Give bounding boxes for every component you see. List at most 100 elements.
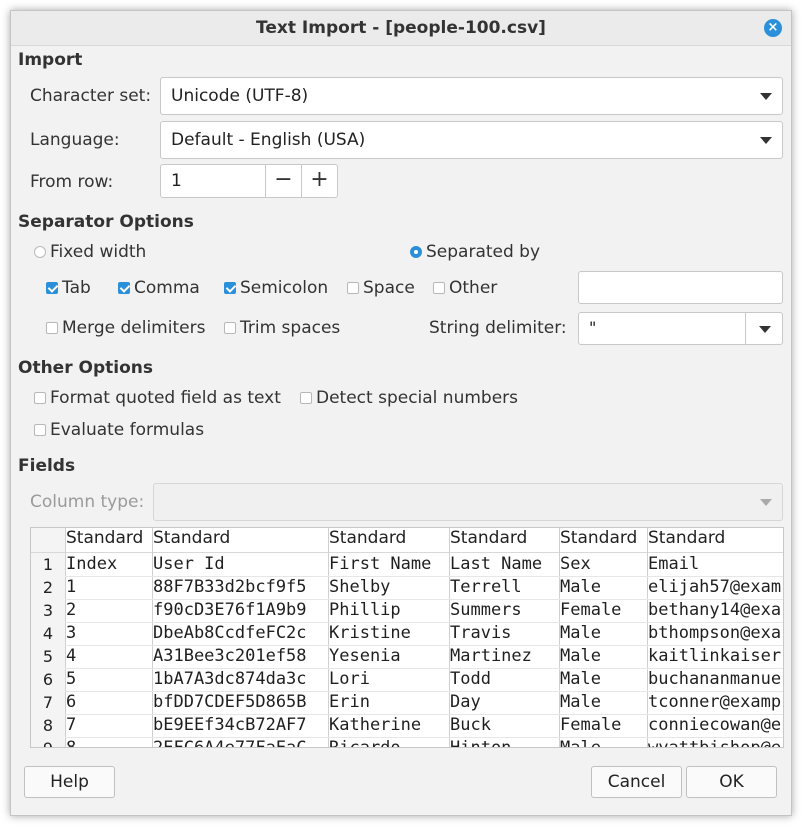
grid-cell: Kristine <box>329 623 411 643</box>
language-value: Default - English (USA) <box>171 130 366 150</box>
space-label[interactable]: Space <box>363 278 415 298</box>
evaluate-formulas-checkbox[interactable] <box>34 424 46 436</box>
grid-cell: 3 <box>66 623 77 643</box>
grid-cell: Hinton <box>450 738 512 748</box>
grid-cell: Female <box>560 715 622 735</box>
grid-cell: conniecowan@e <box>648 715 782 735</box>
merge-delimiters-label[interactable]: Merge delimiters <box>62 318 205 338</box>
row-number: 7 <box>31 691 65 714</box>
semicolon-checkbox[interactable] <box>224 282 236 294</box>
grid-cell: wyattbishop@e <box>648 738 782 748</box>
grid-cell: buchananmanue <box>648 669 782 689</box>
merge-delimiters-checkbox[interactable] <box>46 322 58 334</box>
column-header[interactable]: Standard <box>66 528 151 552</box>
grid-cell: Shelby <box>329 577 391 597</box>
tab-label[interactable]: Tab <box>62 278 91 298</box>
grid-cell: elijah57@exam <box>648 577 782 597</box>
comma-label[interactable]: Comma <box>134 278 200 298</box>
other-label[interactable]: Other <box>449 278 497 298</box>
ok-button[interactable]: OK <box>686 766 777 798</box>
row-number: 8 <box>31 714 65 737</box>
fixed-width-radio[interactable] <box>34 246 46 258</box>
grid-cell: DbeAb8CcdfeFC2c <box>153 623 307 643</box>
grid-cell: tconner@examp <box>648 692 782 712</box>
grid-cell: Terrell <box>450 577 522 597</box>
other-checkbox[interactable] <box>433 282 445 294</box>
grid-cell: Buck <box>450 715 491 735</box>
grid-cell: User Id <box>153 554 225 574</box>
grid-cell: Male <box>560 669 601 689</box>
grid-cell: Male <box>560 738 601 748</box>
grid-cell: Erin <box>329 692 370 712</box>
title-bar: Text Import - [people-100.csv] × <box>11 11 791 46</box>
column-header[interactable]: Standard <box>329 528 448 552</box>
row-number: 2 <box>31 576 65 599</box>
charset-value: Unicode (UTF-8) <box>171 86 309 106</box>
grid-cell: 4 <box>66 646 77 666</box>
tab-checkbox[interactable] <box>46 282 58 294</box>
language-dropdown[interactable]: Default - English (USA) <box>160 121 783 159</box>
column-header[interactable]: Standard <box>450 528 558 552</box>
grid-cell: Index <box>66 554 118 574</box>
format-quoted-checkbox[interactable] <box>34 392 46 404</box>
separated-by-radio[interactable] <box>410 246 422 258</box>
grid-cell: kaitlinkaiser <box>648 646 782 666</box>
separator-section-title: Separator Options <box>18 212 194 232</box>
string-delimiter-combo: " <box>578 312 783 345</box>
chevron-down-icon <box>760 137 772 144</box>
column-header[interactable]: Standard <box>153 528 327 552</box>
grid-cell: bethany14@exa <box>648 600 782 620</box>
trim-spaces-label[interactable]: Trim spaces <box>240 318 340 338</box>
comma-checkbox[interactable] <box>118 282 130 294</box>
grid-cell: bE9EEf34cB72AF7 <box>153 715 307 735</box>
column-header[interactable]: Standard <box>648 528 783 552</box>
string-delimiter-input[interactable]: " <box>578 312 746 345</box>
grid-cell: Travis <box>450 623 512 643</box>
fields-preview-grid[interactable]: Standard Standard Standard Standard Standard… <box>30 527 784 748</box>
help-button[interactable]: Help <box>24 766 115 798</box>
chevron-down-icon <box>760 93 772 100</box>
other-separator-input[interactable] <box>578 271 783 304</box>
string-delimiter-dropdown-button[interactable] <box>745 312 783 345</box>
fixed-width-label[interactable]: Fixed width <box>50 242 146 262</box>
grid-cell: Sex <box>560 554 591 574</box>
grid-cell: 8 <box>66 738 77 748</box>
format-quoted-label[interactable]: Format quoted field as text <box>50 388 281 408</box>
row-number: 4 <box>31 622 65 645</box>
column-header[interactable]: Standard <box>560 528 646 552</box>
detect-special-checkbox[interactable] <box>300 392 312 404</box>
detect-special-label[interactable]: Detect special numbers <box>316 388 518 408</box>
grid-cell: First Name <box>329 554 432 574</box>
grid-cell: 5 <box>66 669 77 689</box>
language-label: Language: <box>30 130 120 150</box>
decrement-button[interactable]: − <box>265 164 302 198</box>
space-checkbox[interactable] <box>347 282 359 294</box>
grid-cell: Todd <box>450 669 491 689</box>
fromrow-input[interactable]: 1 <box>160 164 266 198</box>
grid-cell: Male <box>560 646 601 666</box>
increment-button[interactable]: + <box>301 164 338 198</box>
grid-cell: Male <box>560 577 601 597</box>
trim-spaces-checkbox[interactable] <box>224 322 236 334</box>
grid-cell: Female <box>560 600 622 620</box>
grid-cell: 7 <box>66 715 77 735</box>
cancel-button[interactable]: Cancel <box>591 766 682 798</box>
row-number: 5 <box>31 645 65 668</box>
fromrow-label: From row: <box>30 172 114 192</box>
grid-cell: Last Name <box>450 554 543 574</box>
charset-dropdown[interactable]: Unicode (UTF-8) <box>160 77 783 115</box>
string-delimiter-label: String delimiter: <box>429 318 567 338</box>
evaluate-formulas-label[interactable]: Evaluate formulas <box>50 420 204 440</box>
column-type-dropdown[interactable] <box>153 483 783 521</box>
charset-label: Character set: <box>30 86 152 106</box>
chevron-down-icon <box>759 326 771 333</box>
grid-cell: Male <box>560 623 601 643</box>
grid-cell: Email <box>648 554 700 574</box>
dialog-title: Text Import - [people-100.csv] <box>256 18 546 38</box>
grid-cell: bfDD7CDEF5D865B <box>153 692 307 712</box>
close-icon[interactable]: × <box>764 19 782 37</box>
grid-cell: Martinez <box>450 646 532 666</box>
semicolon-label[interactable]: Semicolon <box>240 278 328 298</box>
separated-by-label[interactable]: Separated by <box>426 242 540 262</box>
row-number: 3 <box>31 599 65 622</box>
